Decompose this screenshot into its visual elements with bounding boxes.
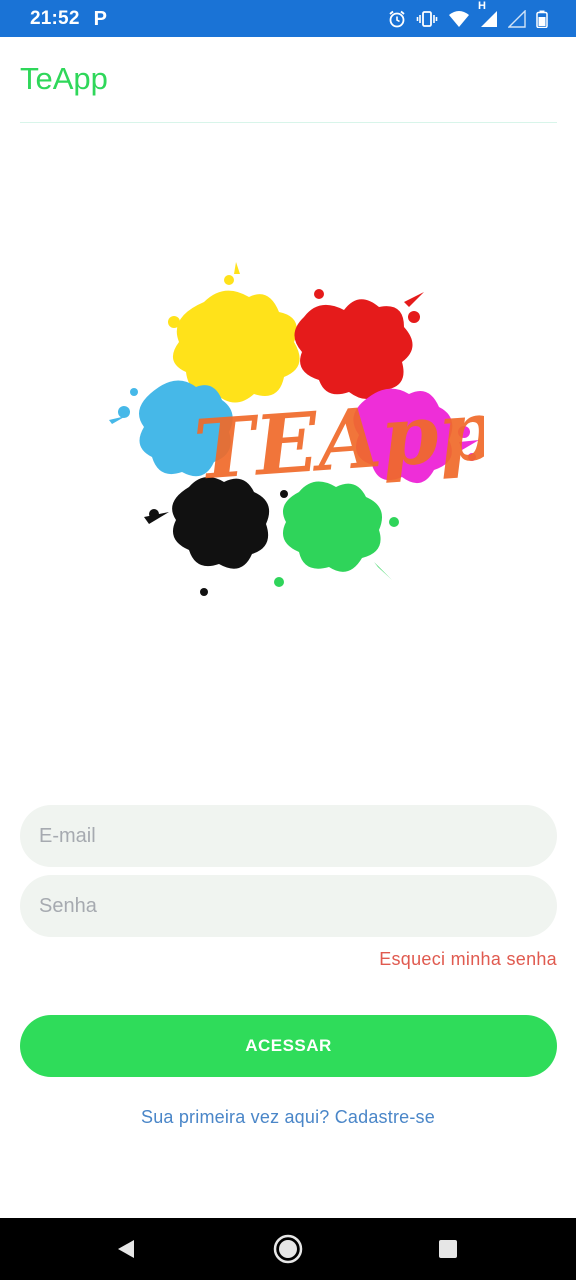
password-input[interactable] <box>20 875 557 937</box>
signal-empty-icon <box>508 9 526 28</box>
app-logo: TEApp <box>104 262 499 612</box>
signup-link[interactable]: Sua primeira vez aqui? Cadastre-se <box>0 1107 576 1128</box>
status-left: 21:52 P <box>30 8 107 30</box>
wifi-icon <box>448 10 470 28</box>
network-type-label: H <box>478 0 486 12</box>
login-button[interactable]: ACESSAR <box>20 1015 557 1077</box>
vibrate-icon <box>416 10 438 28</box>
app-bar: TeApp <box>20 37 557 123</box>
home-icon[interactable] <box>272 1233 304 1265</box>
yellow-splash <box>168 262 313 403</box>
green-splash <box>274 481 399 587</box>
forgot-password-link[interactable]: Esqueci minha senha <box>379 949 557 970</box>
email-input[interactable] <box>20 805 557 867</box>
signal-icon: H <box>478 0 498 28</box>
alarm-icon <box>388 10 406 28</box>
status-time: 21:52 <box>30 7 80 29</box>
navigation-bar <box>0 1218 576 1280</box>
recents-icon[interactable] <box>432 1233 464 1265</box>
logo-text: TEApp <box>191 382 484 499</box>
status-bar: 21:52 P H <box>0 0 576 37</box>
back-icon[interactable] <box>110 1233 142 1265</box>
parking-app-icon: P <box>93 7 107 30</box>
status-right: H <box>388 0 548 28</box>
app-title: TeApp <box>20 61 108 96</box>
battery-icon <box>536 10 548 28</box>
red-splash <box>294 289 424 400</box>
